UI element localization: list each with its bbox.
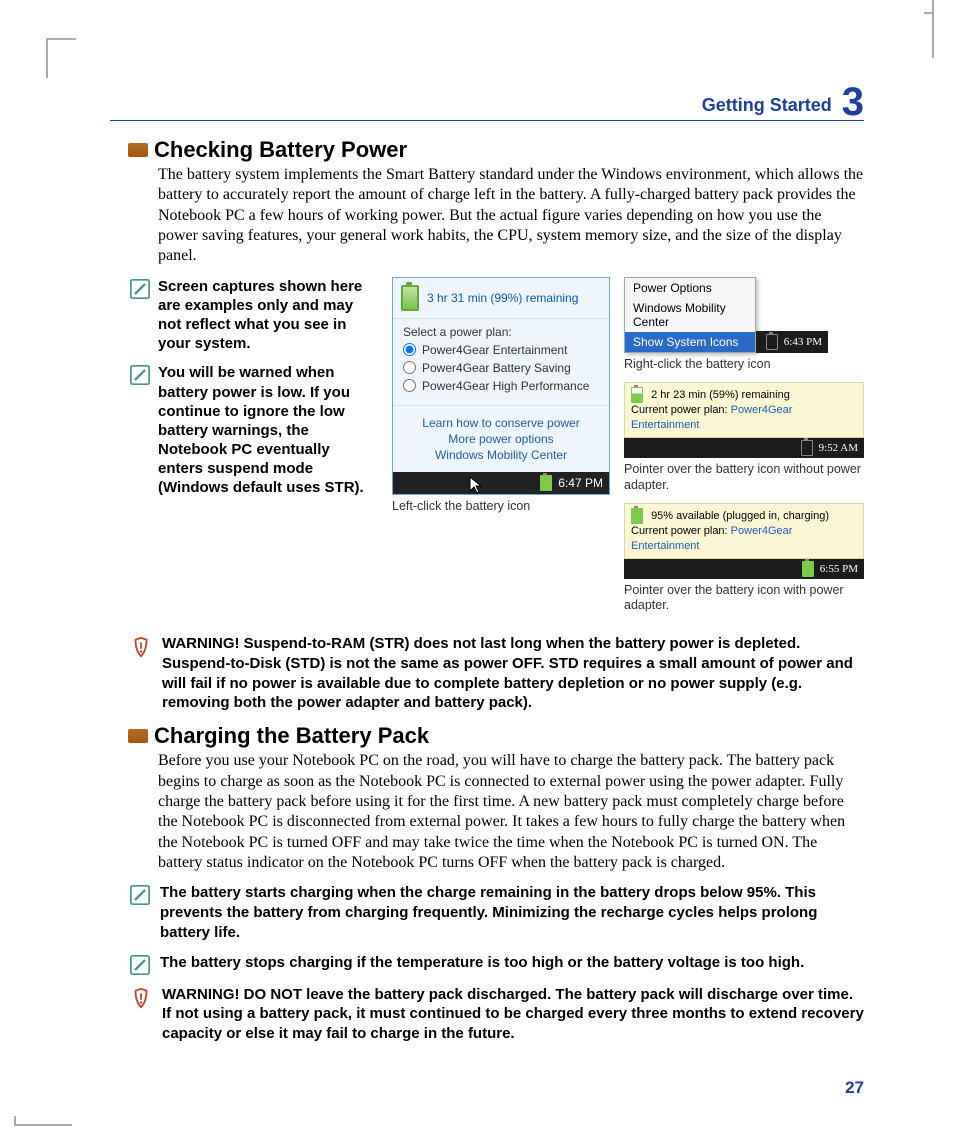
note-icon bbox=[130, 365, 150, 497]
plan-option[interactable]: Power4Gear Entertainment bbox=[403, 343, 599, 357]
note-text: The battery stops charging if the temper… bbox=[160, 953, 804, 975]
note-charge-threshold: The battery starts charging when the cha… bbox=[130, 883, 864, 942]
content-area: Getting Started 3 Checking Battery Power… bbox=[110, 78, 864, 1054]
tooltip: 95% available (plugged in, charging) Cur… bbox=[624, 503, 864, 559]
tray-battery-icon[interactable] bbox=[801, 440, 813, 456]
section-body: Before you use your Notebook PC on the r… bbox=[158, 751, 864, 873]
note-low-battery: You will be warned when battery power is… bbox=[130, 363, 378, 497]
hover-no-adapter-block: 2 hr 23 min (59%) remaining Current powe… bbox=[624, 382, 864, 493]
link-conserve[interactable]: Learn how to conserve power bbox=[393, 416, 609, 430]
note-temperature: The battery stops charging if the temper… bbox=[130, 953, 864, 975]
caption-leftclick: Left-click the battery icon bbox=[392, 499, 610, 515]
note-icon bbox=[130, 955, 150, 975]
warning-discharge: WARNING! DO NOT leave the battery pack d… bbox=[130, 985, 864, 1044]
warning-text: WARNING! Suspend-to-RAM (STR) does not l… bbox=[162, 634, 864, 713]
note-text: Screen captures shown here are examples … bbox=[158, 277, 378, 354]
page-header: Getting Started 3 bbox=[110, 78, 864, 121]
crop-mark bbox=[920, 0, 934, 58]
battery-status: 3 hr 31 min (99%) remaining bbox=[427, 291, 578, 305]
tray-clock: 6:43 PM bbox=[784, 336, 822, 348]
tray-battery-icon[interactable] bbox=[766, 334, 778, 350]
section-title: Checking Battery Power bbox=[154, 137, 407, 163]
tooltip: 2 hr 23 min (59%) remaining Current powe… bbox=[624, 382, 864, 438]
crop-mark bbox=[46, 38, 76, 78]
screenshot-row: Screen captures shown here are examples … bbox=[130, 277, 864, 625]
tooltip-plan-prefix: Current power plan: bbox=[631, 525, 728, 537]
link-more-options[interactable]: More power options bbox=[393, 432, 609, 446]
tooltip-status: 95% available (plugged in, charging) bbox=[651, 510, 829, 522]
section-charging-battery: Charging the Battery Pack Before you use… bbox=[110, 723, 864, 873]
radio-icon[interactable] bbox=[403, 361, 416, 374]
page-number: 27 bbox=[845, 1078, 864, 1098]
context-menu: Power Options Windows Mobility Center Sh… bbox=[624, 277, 756, 353]
warning-text: WARNING! DO NOT leave the battery pack d… bbox=[162, 985, 864, 1044]
caption-rightclick: Right-click the battery icon bbox=[624, 357, 864, 373]
section-body: The battery system implements the Smart … bbox=[158, 165, 864, 267]
radio-icon[interactable] bbox=[403, 343, 416, 356]
battery-icon bbox=[401, 285, 419, 311]
chapter-number: 3 bbox=[842, 82, 864, 122]
crop-mark bbox=[14, 1124, 72, 1136]
section-title: Charging the Battery Pack bbox=[154, 723, 429, 749]
note-text: You will be warned when battery power is… bbox=[158, 363, 378, 497]
menu-item[interactable]: Windows Mobility Center bbox=[625, 298, 755, 332]
note-text: The battery starts charging when the cha… bbox=[160, 883, 864, 942]
tray-clock: 6:47 PM bbox=[558, 476, 603, 490]
plan-label: Select a power plan: bbox=[403, 325, 599, 339]
menu-item[interactable]: Power Options bbox=[625, 278, 755, 298]
power-popup-leftclick: 3 hr 31 min (99%) remaining Select a pow… bbox=[392, 277, 610, 495]
plan-option[interactable]: Power4Gear Battery Saving bbox=[403, 361, 599, 375]
header-title: Getting Started bbox=[702, 95, 832, 116]
cursor-icon bbox=[469, 476, 483, 494]
tray-clock: 6:55 PM bbox=[820, 563, 858, 575]
warning-icon bbox=[130, 636, 152, 713]
caption-hover2: Pointer over the battery icon with power… bbox=[624, 583, 864, 614]
radio-icon[interactable] bbox=[403, 379, 416, 392]
battery-icon bbox=[631, 387, 643, 403]
book-icon bbox=[128, 143, 148, 157]
note-examples: Screen captures shown here are examples … bbox=[130, 277, 378, 354]
warning-str: WARNING! Suspend-to-RAM (STR) does not l… bbox=[130, 634, 864, 713]
document-page: Getting Started 3 Checking Battery Power… bbox=[0, 0, 954, 1136]
tooltip-status: 2 hr 23 min (59%) remaining bbox=[651, 389, 790, 401]
tooltip-plan-prefix: Current power plan: bbox=[631, 404, 728, 416]
menu-item-selected[interactable]: Show System Icons bbox=[625, 332, 755, 352]
note-icon bbox=[130, 885, 150, 942]
caption-hover1: Pointer over the battery icon without po… bbox=[624, 462, 864, 493]
link-mobility-center[interactable]: Windows Mobility Center bbox=[393, 448, 609, 462]
plan-option[interactable]: Power4Gear High Performance bbox=[403, 379, 599, 393]
warning-icon bbox=[130, 987, 152, 1044]
tray-battery-icon[interactable] bbox=[802, 561, 814, 577]
tray-clock: 9:52 AM bbox=[819, 442, 858, 454]
section-checking-battery: Checking Battery Power The battery syste… bbox=[110, 137, 864, 267]
tray-battery-icon[interactable] bbox=[540, 475, 552, 491]
hover-with-adapter-block: 95% available (plugged in, charging) Cur… bbox=[624, 503, 864, 614]
rightclick-block: Power Options Windows Mobility Center Sh… bbox=[624, 277, 864, 373]
note-icon bbox=[130, 279, 150, 354]
book-icon bbox=[128, 729, 148, 743]
battery-icon bbox=[631, 508, 643, 524]
